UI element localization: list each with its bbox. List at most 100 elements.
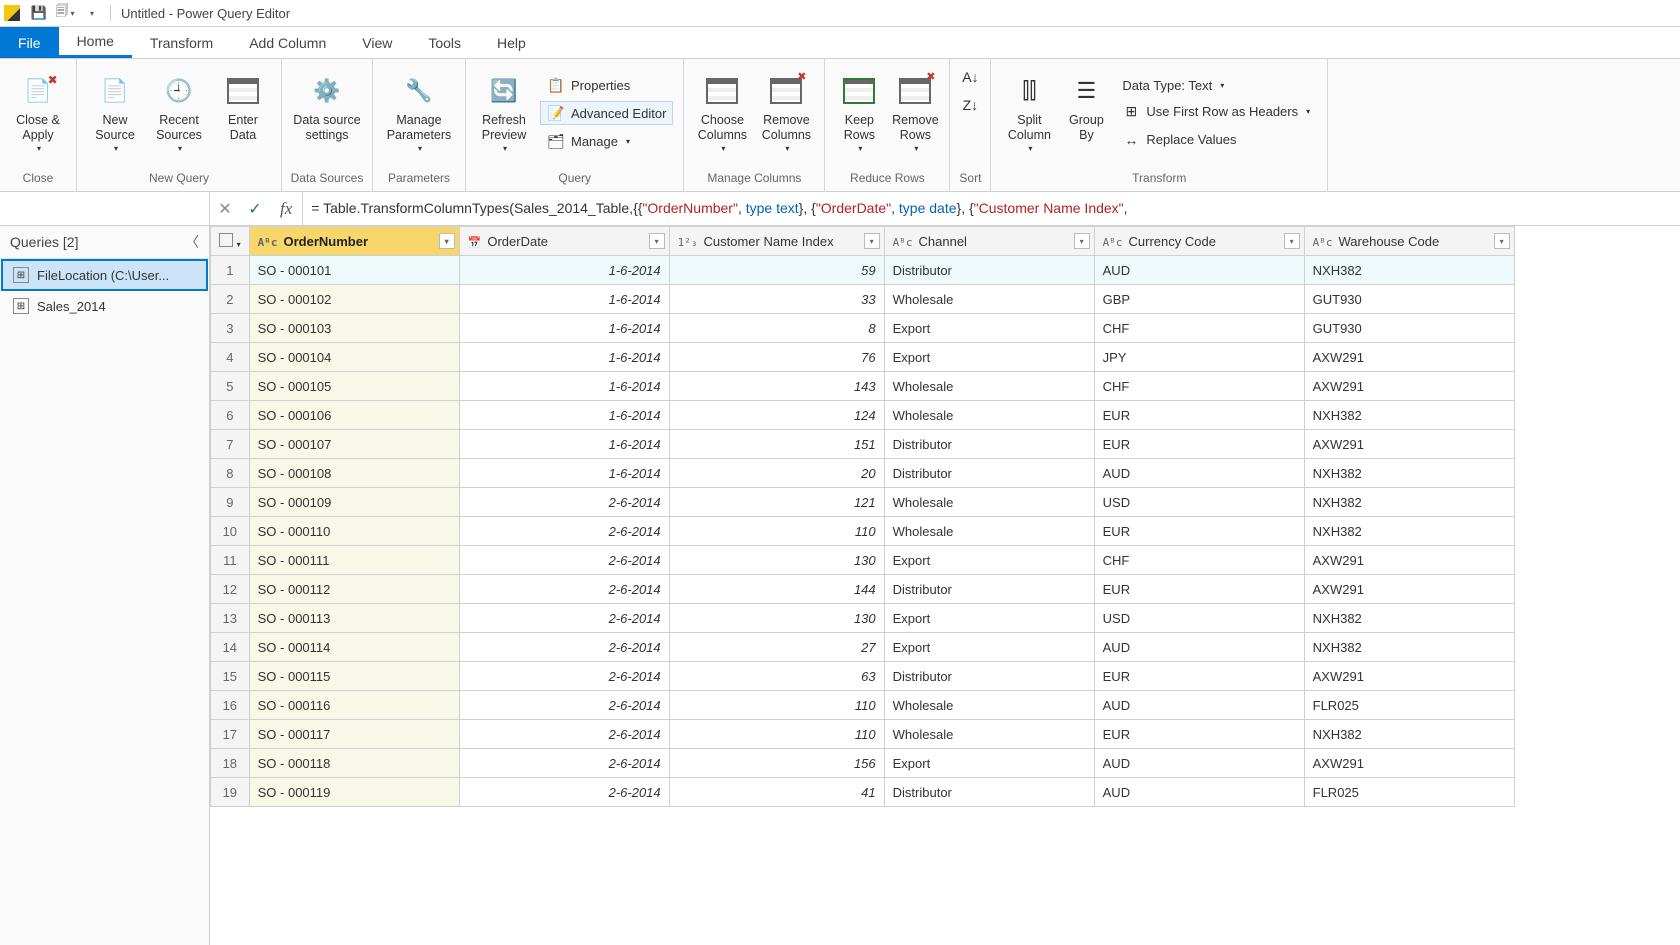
use-first-row-headers-button[interactable]: ⊞ Use First Row as Headers▾: [1115, 100, 1317, 124]
filter-dropdown-icon[interactable]: ▾: [1494, 233, 1510, 249]
cell-CurrencyCode[interactable]: CHF: [1094, 372, 1304, 401]
cell-OrderNumber[interactable]: SO - 000116: [249, 691, 459, 720]
cell-WarehouseCode[interactable]: NXH382: [1304, 633, 1514, 662]
row-number[interactable]: 17: [211, 720, 250, 749]
row-number[interactable]: 15: [211, 662, 250, 691]
formula-cancel-button[interactable]: ✕: [210, 194, 240, 224]
cell-OrderDate[interactable]: 1-6-2014: [459, 430, 669, 459]
cell-Channel[interactable]: Wholesale: [884, 517, 1094, 546]
row-number[interactable]: 18: [211, 749, 250, 778]
row-number[interactable]: 8: [211, 459, 250, 488]
cell-OrderNumber[interactable]: SO - 000110: [249, 517, 459, 546]
cell-CustomerNameIndex[interactable]: 63: [669, 662, 884, 691]
cell-CustomerNameIndex[interactable]: 76: [669, 343, 884, 372]
undo-dropdown-icon[interactable]: 🗐▾: [56, 4, 74, 22]
cell-OrderDate[interactable]: 2-6-2014: [459, 720, 669, 749]
cell-OrderDate[interactable]: 2-6-2014: [459, 575, 669, 604]
cell-WarehouseCode[interactable]: NXH382: [1304, 517, 1514, 546]
sort-desc-button[interactable]: Z↓: [958, 93, 982, 117]
cell-CustomerNameIndex[interactable]: 143: [669, 372, 884, 401]
cell-OrderNumber[interactable]: SO - 000109: [249, 488, 459, 517]
cell-CustomerNameIndex[interactable]: 156: [669, 749, 884, 778]
row-number[interactable]: 2: [211, 285, 250, 314]
filter-dropdown-icon[interactable]: ▾: [1284, 233, 1300, 249]
cell-WarehouseCode[interactable]: AXW291: [1304, 546, 1514, 575]
cell-WarehouseCode[interactable]: NXH382: [1304, 256, 1514, 285]
row-number[interactable]: 5: [211, 372, 250, 401]
manage-query-button[interactable]: 🗂 Manage▾: [540, 129, 673, 153]
cell-OrderNumber[interactable]: SO - 000119: [249, 778, 459, 807]
cell-CurrencyCode[interactable]: USD: [1094, 604, 1304, 633]
split-column-button[interactable]: ⫿⫿ Split Column▾: [997, 66, 1061, 161]
row-number[interactable]: 13: [211, 604, 250, 633]
column-header-Channel[interactable]: AᴮcChannel▾: [884, 227, 1094, 256]
row-number[interactable]: 14: [211, 633, 250, 662]
cell-OrderDate[interactable]: 2-6-2014: [459, 604, 669, 633]
cell-OrderDate[interactable]: 1-6-2014: [459, 256, 669, 285]
cell-CustomerNameIndex[interactable]: 20: [669, 459, 884, 488]
cell-CurrencyCode[interactable]: EUR: [1094, 575, 1304, 604]
replace-values-button[interactable]: ↔ Replace Values: [1115, 128, 1317, 152]
table-row[interactable]: 4SO - 0001041-6-201476ExportJPYAXW291: [211, 343, 1515, 372]
cell-OrderDate[interactable]: 1-6-2014: [459, 285, 669, 314]
filter-dropdown-icon[interactable]: ▾: [649, 233, 665, 249]
cell-Channel[interactable]: Export: [884, 314, 1094, 343]
cell-WarehouseCode[interactable]: NXH382: [1304, 604, 1514, 633]
column-header-OrderDate[interactable]: 📅OrderDate▾: [459, 227, 669, 256]
cell-WarehouseCode[interactable]: GUT930: [1304, 285, 1514, 314]
cell-CustomerNameIndex[interactable]: 110: [669, 517, 884, 546]
cell-CurrencyCode[interactable]: CHF: [1094, 314, 1304, 343]
cell-WarehouseCode[interactable]: NXH382: [1304, 459, 1514, 488]
cell-OrderNumber[interactable]: SO - 000114: [249, 633, 459, 662]
row-number[interactable]: 7: [211, 430, 250, 459]
cell-Channel[interactable]: Distributor: [884, 575, 1094, 604]
row-number[interactable]: 1: [211, 256, 250, 285]
cell-Channel[interactable]: Wholesale: [884, 372, 1094, 401]
table-row[interactable]: 15SO - 0001152-6-201463DistributorEURAXW…: [211, 662, 1515, 691]
cell-OrderNumber[interactable]: SO - 000115: [249, 662, 459, 691]
cell-CurrencyCode[interactable]: EUR: [1094, 517, 1304, 546]
cell-Channel[interactable]: Distributor: [884, 662, 1094, 691]
cell-CurrencyCode[interactable]: USD: [1094, 488, 1304, 517]
recent-sources-button[interactable]: 🕘 Recent Sources▾: [147, 66, 211, 161]
enter-data-button[interactable]: Enter Data: [211, 66, 275, 161]
table-row[interactable]: 6SO - 0001061-6-2014124WholesaleEURNXH38…: [211, 401, 1515, 430]
cell-Channel[interactable]: Export: [884, 749, 1094, 778]
properties-button[interactable]: 📋 Properties: [540, 73, 673, 97]
menu-transform[interactable]: Transform: [132, 27, 231, 58]
table-row[interactable]: 1SO - 0001011-6-201459DistributorAUDNXH3…: [211, 256, 1515, 285]
cell-WarehouseCode[interactable]: AXW291: [1304, 662, 1514, 691]
cell-CustomerNameIndex[interactable]: 33: [669, 285, 884, 314]
new-source-button[interactable]: 📄 New Source▾: [83, 66, 147, 161]
cell-WarehouseCode[interactable]: AXW291: [1304, 575, 1514, 604]
cell-CurrencyCode[interactable]: EUR: [1094, 662, 1304, 691]
cell-WarehouseCode[interactable]: FLR025: [1304, 778, 1514, 807]
cell-CustomerNameIndex[interactable]: 121: [669, 488, 884, 517]
cell-Channel[interactable]: Export: [884, 604, 1094, 633]
cell-WarehouseCode[interactable]: FLR025: [1304, 691, 1514, 720]
table-row[interactable]: 11SO - 0001112-6-2014130ExportCHFAXW291: [211, 546, 1515, 575]
cell-Channel[interactable]: Wholesale: [884, 488, 1094, 517]
cell-OrderDate[interactable]: 2-6-2014: [459, 662, 669, 691]
cell-OrderDate[interactable]: 2-6-2014: [459, 546, 669, 575]
cell-CurrencyCode[interactable]: AUD: [1094, 749, 1304, 778]
cell-OrderDate[interactable]: 2-6-2014: [459, 488, 669, 517]
filter-dropdown-icon[interactable]: ▾: [864, 233, 880, 249]
cell-Channel[interactable]: Wholesale: [884, 285, 1094, 314]
cell-WarehouseCode[interactable]: AXW291: [1304, 430, 1514, 459]
cell-WarehouseCode[interactable]: NXH382: [1304, 401, 1514, 430]
cell-Channel[interactable]: Wholesale: [884, 720, 1094, 749]
cell-CustomerNameIndex[interactable]: 110: [669, 720, 884, 749]
table-row[interactable]: 18SO - 0001182-6-2014156ExportAUDAXW291: [211, 749, 1515, 778]
cell-Channel[interactable]: Distributor: [884, 459, 1094, 488]
cell-OrderDate[interactable]: 2-6-2014: [459, 517, 669, 546]
cell-CurrencyCode[interactable]: EUR: [1094, 401, 1304, 430]
table-row[interactable]: 7SO - 0001071-6-2014151DistributorEURAXW…: [211, 430, 1515, 459]
table-row[interactable]: 19SO - 0001192-6-201441DistributorAUDFLR…: [211, 778, 1515, 807]
cell-CustomerNameIndex[interactable]: 110: [669, 691, 884, 720]
cell-CustomerNameIndex[interactable]: 124: [669, 401, 884, 430]
cell-OrderDate[interactable]: 2-6-2014: [459, 691, 669, 720]
cell-WarehouseCode[interactable]: AXW291: [1304, 343, 1514, 372]
cell-OrderNumber[interactable]: SO - 000117: [249, 720, 459, 749]
row-number[interactable]: 9: [211, 488, 250, 517]
